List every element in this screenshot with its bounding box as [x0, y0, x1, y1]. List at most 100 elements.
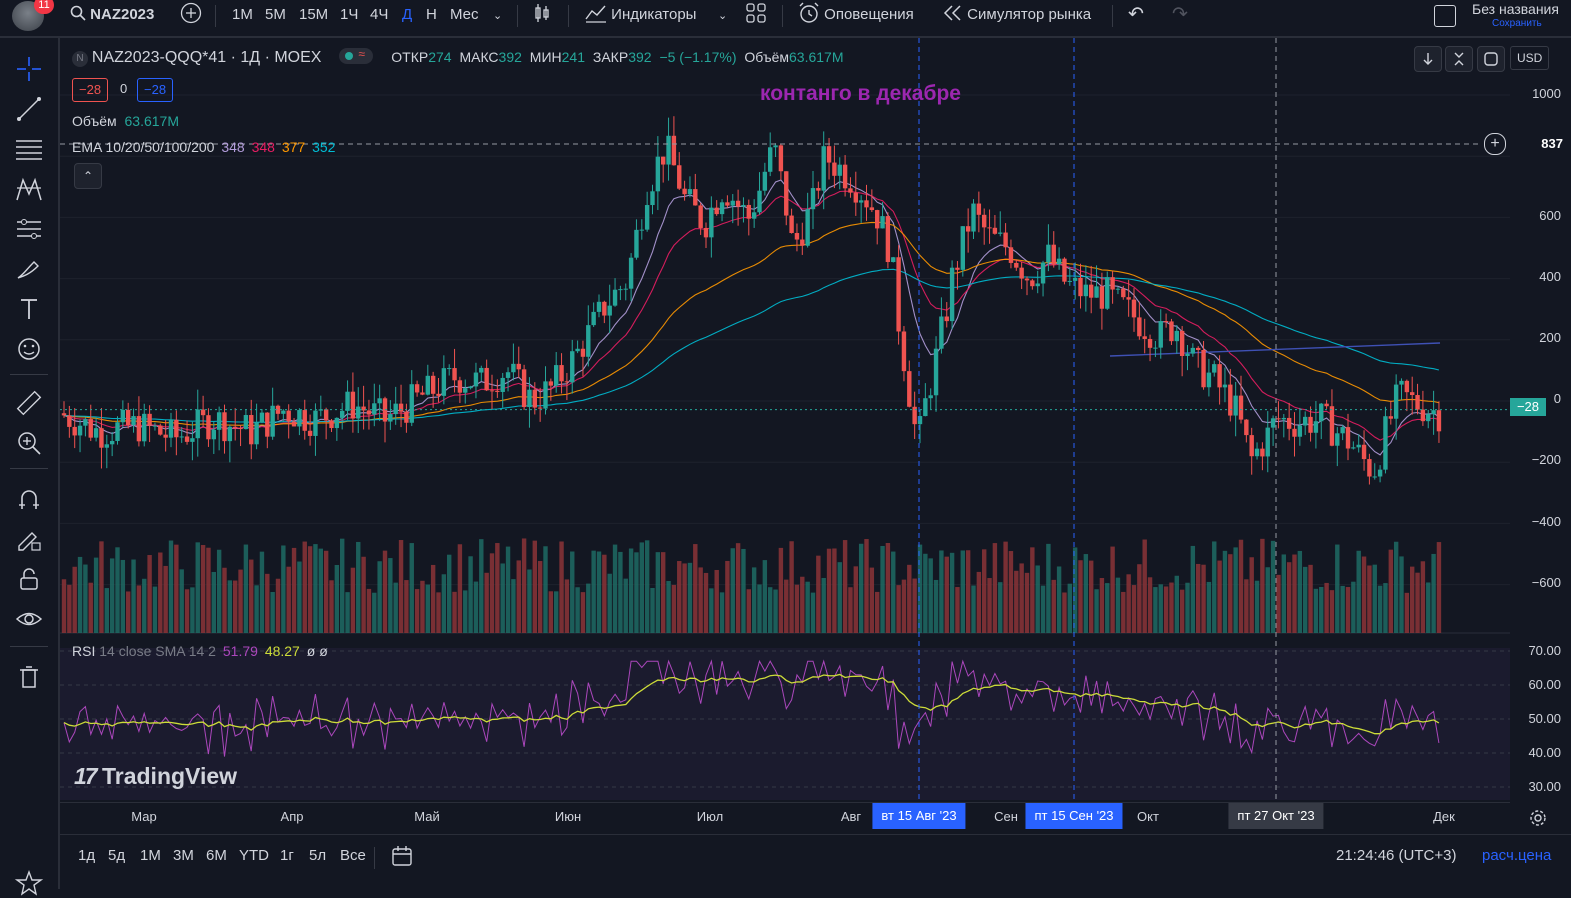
candle-body [1185, 353, 1190, 356]
emoji-icon[interactable] [14, 334, 44, 364]
candle-body [216, 412, 222, 430]
rsi-legend[interactable]: RSI 14 close SMA 14 2 51.79 48.27 ø ø [72, 643, 328, 659]
undo-icon: ↶ [1128, 4, 1144, 25]
indicators-dropdown[interactable]: ⌄ [718, 0, 727, 30]
symbol-search-button[interactable]: NAZ2023 [70, 0, 154, 30]
candle-body [564, 381, 570, 383]
currency-selector[interactable]: USD [1510, 46, 1550, 70]
alerts-button[interactable]: Оповещения [798, 0, 914, 30]
fib-tools-icon[interactable] [14, 214, 44, 244]
volume-bar [1217, 560, 1222, 633]
market-status-badge[interactable]: ≈ [339, 47, 374, 64]
scroll-down-button[interactable] [1414, 46, 1442, 72]
price-scale-mode[interactable]: расч.цена [1482, 847, 1551, 864]
candle-body [853, 192, 858, 203]
candle-body [302, 410, 307, 431]
range-all[interactable]: Все [340, 847, 366, 864]
chart-type-button[interactable] [533, 0, 551, 30]
range-1d[interactable]: 1д [78, 847, 95, 864]
candle-body [1131, 299, 1137, 318]
candle-body [1222, 384, 1228, 388]
compare-symbol-button[interactable] [180, 0, 202, 30]
interval-15m[interactable]: 15М [299, 0, 328, 30]
undo-button[interactable]: ↶ [1128, 0, 1144, 30]
add-alert-plus-icon[interactable]: + [1484, 133, 1506, 155]
interval-4h[interactable]: 4Ч [370, 0, 388, 30]
star-icon[interactable] [14, 868, 44, 898]
lock-pencil-icon[interactable] [14, 524, 44, 554]
time-axis[interactable]: Мар Апр Май Июн Июл Авг Сен Окт Дек вт 1… [60, 802, 1546, 833]
collapse-legend-button[interactable]: ⌃ [74, 163, 102, 189]
symbol-legend[interactable]: N NAZ2023-QQQ*41 · 1Д · MOEX ≈ ОТКР274 М… [72, 47, 843, 67]
indicators-button[interactable]: Индикаторы [585, 0, 696, 30]
candle-body [548, 381, 554, 386]
layout-name[interactable]: Без названия [1472, 1, 1559, 17]
range-5d[interactable]: 5д [108, 847, 125, 864]
brush-icon[interactable] [14, 254, 44, 284]
pattern-icon[interactable] [14, 174, 44, 204]
candle-body [1105, 277, 1110, 309]
candle-body [1351, 447, 1356, 449]
zoom-in-icon[interactable] [14, 428, 44, 458]
chart-pane[interactable]: N NAZ2023-QQQ*41 · 1Д · MOEX ≈ ОТКР274 М… [60, 38, 1510, 802]
trend-line-icon[interactable] [14, 94, 44, 124]
calendar-icon[interactable] [391, 845, 413, 867]
candle-body [928, 395, 933, 399]
candle-body [452, 368, 457, 381]
candle-body [227, 426, 233, 442]
candle-body [586, 325, 591, 357]
maximize-pane-button[interactable] [1477, 46, 1505, 72]
magnet-icon[interactable] [14, 484, 44, 514]
volume-bar [1169, 582, 1174, 633]
volume-indicator-legend[interactable]: Объём 63.617M [72, 113, 179, 129]
collapse-pane-button[interactable] [1445, 46, 1473, 72]
interval-1mo[interactable]: Мес [450, 0, 479, 30]
sell-price-box[interactable]: −28 [72, 78, 109, 102]
volume-bar [1174, 575, 1179, 633]
range-ytd[interactable]: YTD [239, 847, 269, 864]
clock[interactable]: 21:24:46 (UTC+3) [1336, 847, 1456, 864]
volume-bar [1254, 580, 1260, 633]
range-5y[interactable]: 5л [309, 847, 326, 864]
interval-dropdown[interactable]: ⌄ [493, 0, 502, 30]
trash-icon[interactable] [14, 662, 44, 692]
candle-body [987, 227, 992, 229]
crosshair-icon[interactable] [14, 54, 44, 84]
buy-price-box[interactable]: −28 [137, 78, 174, 102]
ema-legend[interactable]: EMA 10/20/50/100/200 348 348 377 352 [72, 139, 335, 155]
fullscreen-toggle[interactable] [1434, 5, 1456, 27]
text-icon[interactable] [14, 294, 44, 324]
interval-1w[interactable]: Н [426, 0, 437, 30]
settings-gear-icon[interactable] [1529, 809, 1547, 827]
candle-body [1415, 395, 1420, 410]
interval-1m[interactable]: 1М [232, 0, 253, 30]
interval-1d[interactable]: Д [402, 0, 412, 30]
price-axis[interactable]: USD 1000 600 400 200 0 −200 −400 −600 + … [1484, 38, 1571, 802]
replay-button[interactable]: Симулятор рынка [943, 0, 1091, 30]
chart-annotation-text[interactable]: контанго в декабре [760, 82, 961, 106]
range-1m[interactable]: 1М [140, 847, 161, 864]
interval-5m[interactable]: 5М [265, 0, 286, 30]
volume-bar [628, 548, 634, 633]
volume-bar [1035, 565, 1040, 633]
range-6m[interactable]: 6М [206, 847, 227, 864]
candle-body [479, 367, 484, 373]
candle-body [1254, 448, 1260, 457]
save-link[interactable]: Сохранить [1492, 18, 1542, 29]
volume-bar [580, 592, 586, 633]
ruler-icon[interactable] [14, 388, 44, 418]
volume-bar [992, 543, 998, 633]
lock-icon[interactable] [14, 564, 44, 594]
layouts-button[interactable] [746, 0, 766, 30]
range-1y[interactable]: 1г [280, 847, 294, 864]
interval-1h[interactable]: 1Ч [340, 0, 358, 30]
redo-button[interactable]: ↷ [1172, 0, 1188, 30]
horizontal-lines-icon[interactable] [14, 134, 44, 164]
range-3m[interactable]: 3М [173, 847, 194, 864]
eye-icon[interactable] [14, 604, 44, 634]
candle-body [420, 392, 425, 395]
volume-bar [1014, 570, 1019, 633]
volume-bar [1137, 564, 1142, 633]
candle-body [511, 363, 516, 373]
volume-bar [147, 555, 152, 633]
